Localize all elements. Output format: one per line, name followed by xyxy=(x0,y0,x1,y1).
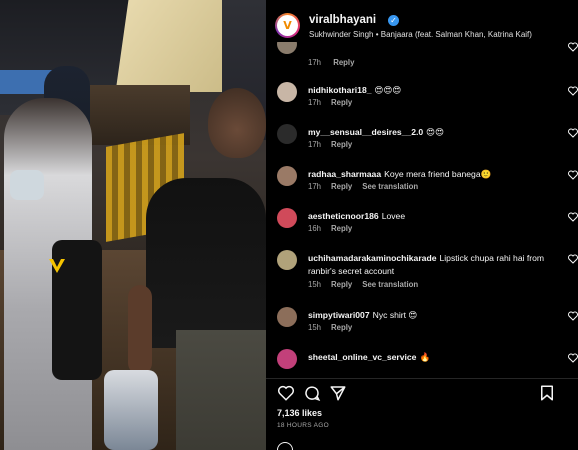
heart-icon[interactable] xyxy=(568,254,578,264)
post-video[interactable] xyxy=(0,0,266,450)
comment-meta: 17h Reply xyxy=(308,98,362,107)
see-translation-button[interactable]: See translation xyxy=(362,280,418,289)
comment-time: 15h xyxy=(308,323,322,332)
comment-row: simpytiwari007 Nyc shirt 😍 15h Reply xyxy=(266,307,578,347)
send-icon[interactable] xyxy=(329,384,347,402)
verified-badge-icon: ✓ xyxy=(388,15,399,26)
comment-reply-button[interactable]: Reply xyxy=(331,182,352,191)
post-details-panel: V viralbhayani ✓ Sukhwinder Singh • Banj… xyxy=(266,0,578,450)
comment-username[interactable]: sheetal_online_vc_service xyxy=(308,352,416,362)
see-translation-button[interactable]: See translation xyxy=(362,182,418,191)
man-arm xyxy=(128,285,152,375)
comment-body: 😍😍😍 xyxy=(374,85,402,95)
comment-username[interactable]: uchihamadarakaminochikarade xyxy=(308,253,436,263)
comment-body: Lovee xyxy=(381,211,406,221)
comment-reply-button[interactable]: Reply xyxy=(331,224,352,233)
post-timestamp[interactable]: 18 HOURS AGO xyxy=(277,422,329,429)
comment-row: uchihamadarakaminochikarade Lipstick chup… xyxy=(266,250,578,290)
man-figure xyxy=(146,178,266,348)
comment-username[interactable]: aestheticnoor186 xyxy=(308,211,379,221)
comment-body: Nyc shirt 😍 xyxy=(372,310,418,320)
comment-row: nidhikothari18_ 😍😍😍 17h Reply xyxy=(266,82,578,122)
comment-username[interactable]: radhaa_sharmaaa xyxy=(308,169,381,179)
heart-icon[interactable] xyxy=(568,311,578,321)
comment-row: sheetal_online_vc_service 🔥 xyxy=(266,349,578,372)
comment-avatar[interactable] xyxy=(277,82,297,102)
comment-row: radhaa_sharmaaa Koye mera friend banega🙂 1… xyxy=(266,166,578,206)
comment-row: aestheticnoor186 Lovee 16h Reply xyxy=(266,208,578,248)
comment-text: my__sensual__desires__2.0 😍😍 xyxy=(308,126,554,139)
comment-avatar[interactable] xyxy=(277,349,297,369)
comment-reply-button[interactable]: Reply xyxy=(331,98,352,107)
comment-meta: 17h Reply xyxy=(308,140,362,149)
comment-meta: 15h Reply See translation xyxy=(308,280,428,289)
comment-time: 17h xyxy=(308,140,322,149)
comment-meta: 17h Reply See translation xyxy=(308,182,428,191)
comment-avatar[interactable] xyxy=(277,124,297,144)
audio-track-link[interactable]: Sukhwinder Singh • Banjaara (feat. Salma… xyxy=(309,30,532,39)
comment-time: 17h xyxy=(308,98,322,107)
comment-avatar[interactable] xyxy=(277,208,297,228)
like-count[interactable]: 7,136 likes xyxy=(277,408,322,418)
comment-text: radhaa_sharmaaa Koye mera friend banega🙂 xyxy=(308,168,554,181)
comment-username[interactable]: simpytiwari007 xyxy=(308,310,370,320)
comment-text: aestheticnoor186 Lovee xyxy=(308,210,554,223)
comment-reply-button[interactable]: Reply xyxy=(331,280,352,289)
comment-row: my__sensual__desires__2.0 😍😍 17h Reply xyxy=(266,124,578,164)
face-mask xyxy=(10,170,44,200)
watermark-logo-icon xyxy=(47,256,67,276)
comment-time: 17h xyxy=(308,182,322,191)
author-username[interactable]: viralbhayani xyxy=(309,14,376,26)
action-bar xyxy=(266,378,578,404)
comment-avatar[interactable] xyxy=(277,307,297,327)
comment-username[interactable]: nidhikothari18_ xyxy=(308,85,372,95)
heart-icon[interactable] xyxy=(277,384,295,402)
author-avatar-initial: V xyxy=(277,15,298,36)
author-avatar[interactable]: V xyxy=(275,13,300,38)
comment-text: simpytiwari007 Nyc shirt 😍 xyxy=(308,309,554,322)
post-header: V viralbhayani ✓ Sukhwinder Singh • Banj… xyxy=(266,0,578,42)
heart-icon[interactable] xyxy=(568,353,578,363)
comment-avatar[interactable] xyxy=(277,166,297,186)
comment-body: Koye mera friend banega🙂 xyxy=(384,169,492,179)
comment-text: sheetal_online_vc_service 🔥 xyxy=(308,351,554,364)
comment-icon[interactable] xyxy=(303,384,321,402)
bookmark-icon[interactable] xyxy=(538,384,556,402)
heart-icon[interactable] xyxy=(568,128,578,138)
comment-avatar[interactable] xyxy=(277,250,297,270)
comment-time: 16h xyxy=(308,224,322,233)
comment-body: 🔥 xyxy=(419,352,431,362)
comment-meta: 15h Reply xyxy=(308,323,362,332)
carry-bag xyxy=(104,370,158,450)
emoji-icon[interactable] xyxy=(277,442,293,450)
comment-text: nidhikothari18_ 😍😍😍 xyxy=(308,84,554,97)
comment-time: 15h xyxy=(308,280,322,289)
comment-username[interactable]: my__sensual__desires__2.0 xyxy=(308,127,423,137)
heart-icon[interactable] xyxy=(568,212,578,222)
heart-icon[interactable] xyxy=(568,170,578,180)
heart-icon[interactable] xyxy=(568,86,578,96)
comment-text: uchihamadarakaminochikarade Lipstick chup… xyxy=(308,252,554,278)
comment-reply-button[interactable]: Reply xyxy=(331,323,352,332)
comment-body: 😍😍 xyxy=(426,127,445,137)
comment-meta: 16h Reply xyxy=(308,224,362,233)
man-pants xyxy=(176,330,266,450)
comments-list[interactable]: nidhikothari18_ 😍😍😍 17h Reply my__sensual__d… xyxy=(266,42,578,372)
comment-reply-button[interactable]: Reply xyxy=(331,140,352,149)
man-head xyxy=(208,88,266,158)
